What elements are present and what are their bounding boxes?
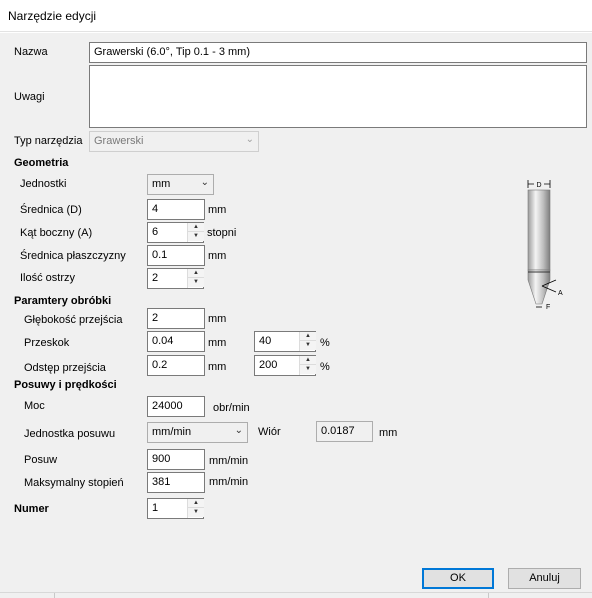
bottom-divider [0, 592, 592, 593]
divider-tick [488, 593, 489, 598]
ok-button[interactable]: OK [422, 568, 494, 589]
diagram-label-f: F [546, 304, 550, 311]
stepper-buttons: ▲ ▼ [299, 356, 316, 375]
stepper-buttons: ▲ ▼ [187, 269, 204, 288]
flutes-stepper[interactable]: 2 ▲ ▼ [147, 268, 204, 289]
power-label: Moc [24, 400, 45, 412]
feedunit-select[interactable]: mm/min ⌄ [147, 422, 248, 443]
stepdown-percent-unit: % [320, 361, 330, 373]
name-label: Nazwa [14, 46, 48, 58]
depth-unit: mm [208, 313, 227, 325]
power-input[interactable]: 24000 [147, 396, 205, 417]
diagram-label-d: D [536, 182, 541, 189]
flutes-label: Ilość ostrzy [20, 272, 76, 284]
chip-readonly-field: 0.0187 [316, 421, 373, 442]
stepper-buttons: ▲ ▼ [187, 499, 204, 518]
power-unit: obr/min [213, 402, 250, 414]
flat-label: Średnica płaszczyzny [20, 250, 126, 262]
stepper-up-icon[interactable]: ▲ [188, 499, 204, 508]
engraving-tool-diagram: D A F [527, 180, 563, 311]
name-input[interactable]: Grawerski (6.0°, Tip 0.1 - 3 mm) [89, 42, 587, 63]
flutes-value: 2 [152, 272, 159, 284]
stepdown-percent-stepper[interactable]: 200 ▲ ▼ [254, 355, 316, 376]
stepper-down-icon[interactable]: ▼ [188, 232, 204, 241]
title-bar: Narzędzie edycji [0, 0, 592, 32]
stepover-unit: mm [208, 337, 227, 349]
chevron-down-icon: ⌄ [245, 134, 254, 145]
tooltype-select: Grawerski ⌄ [89, 131, 259, 152]
feedunit-label: Jednostka posuwu [24, 428, 116, 440]
feed-unit: mm/min [209, 455, 249, 467]
units-label: Jednostki [20, 178, 67, 190]
window-title: Narzędzie edycji [8, 9, 97, 23]
angle-stepper[interactable]: 6 ▲ ▼ [147, 222, 204, 243]
diameter-input[interactable]: 4 [147, 199, 205, 220]
stepper-up-icon[interactable]: ▲ [188, 269, 204, 278]
chip-unit: mm [379, 427, 398, 439]
chevron-down-icon: ⌄ [200, 177, 209, 188]
stepover-percent-stepper[interactable]: 40 ▲ ▼ [254, 331, 316, 352]
stepper-down-icon[interactable]: ▼ [300, 341, 316, 350]
stepper-down-icon[interactable]: ▼ [188, 278, 204, 287]
diameter-label: Średnica (D) [20, 204, 82, 216]
feeds-heading: Posuwy i prędkości [14, 379, 117, 391]
stepover-percent-value: 40 [259, 335, 272, 347]
depth-input[interactable]: 2 [147, 308, 205, 329]
stepdown-percent-value: 200 [259, 359, 278, 371]
machining-heading: Paramtery obróbki [14, 295, 112, 307]
diameter-unit: mm [208, 204, 227, 216]
chip-label: Wiór [258, 426, 281, 438]
diagram-label-a: A [558, 290, 563, 297]
number-heading: Numer [14, 503, 49, 515]
stepper-down-icon[interactable]: ▼ [188, 508, 204, 517]
stepper-down-icon[interactable]: ▼ [300, 365, 316, 374]
units-select[interactable]: mm ⌄ [147, 174, 214, 195]
tooltype-value: Grawerski [94, 135, 144, 147]
stepdown-input[interactable]: 0.2 [147, 355, 205, 376]
stepper-buttons: ▲ ▼ [299, 332, 316, 351]
stepper-up-icon[interactable]: ▲ [300, 332, 316, 341]
angle-value: 6 [152, 226, 159, 238]
feedunit-value: mm/min [152, 426, 192, 438]
feed-input[interactable]: 900 [147, 449, 205, 470]
stepover-label: Przeskok [24, 337, 70, 349]
geometry-heading: Geometria [14, 157, 69, 169]
flat-diameter-input[interactable]: 0.1 [147, 245, 205, 266]
depth-label: Głębokość przejścia [24, 314, 123, 326]
maxstep-input[interactable]: 381 [147, 472, 205, 493]
stepover-input[interactable]: 0.04 [147, 331, 205, 352]
maxstep-label: Maksymalny stopień [24, 477, 124, 489]
chevron-down-icon: ⌄ [234, 425, 243, 436]
stepper-up-icon[interactable]: ▲ [188, 223, 204, 232]
feed-label: Posuw [24, 454, 58, 466]
number-value: 1 [152, 502, 159, 514]
stepper-buttons: ▲ ▼ [187, 223, 204, 242]
stepdown-unit: mm [208, 361, 227, 373]
tooltype-label: Typ narzędzia [14, 135, 83, 147]
maxstep-unit: mm/min [209, 476, 249, 488]
divider-tick [54, 593, 55, 598]
notes-textarea[interactable] [89, 65, 587, 128]
stepover-percent-unit: % [320, 337, 330, 349]
number-stepper[interactable]: 1 ▲ ▼ [147, 498, 204, 519]
angle-unit: stopni [207, 227, 237, 239]
angle-label: Kąt boczny (A) [20, 227, 93, 239]
units-value: mm [152, 178, 171, 190]
flat-unit: mm [208, 250, 227, 262]
stepper-up-icon[interactable]: ▲ [300, 356, 316, 365]
notes-label: Uwagi [14, 91, 45, 103]
stepdown-label: Odstęp przejścia [24, 362, 106, 374]
cancel-button[interactable]: Anuluj [508, 568, 581, 589]
